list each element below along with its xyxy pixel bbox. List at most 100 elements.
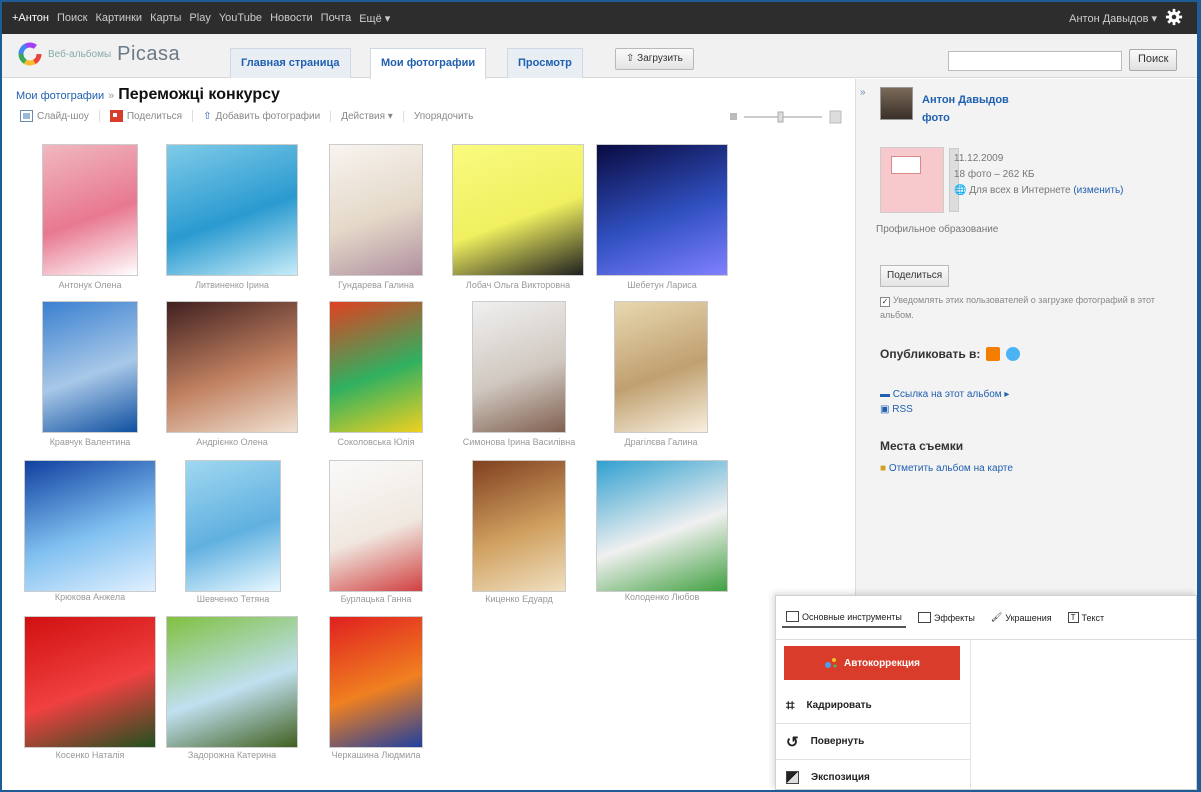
picasa-ring-icon — [18, 42, 42, 66]
map-album-link[interactable]: ■ Отметить альбом на карте — [880, 463, 1013, 474]
photo-caption[interactable]: Драгілєва Галина — [624, 437, 697, 447]
slideshow-button[interactable]: Слайд-шоу — [20, 110, 100, 122]
photo-caption[interactable]: Литвиненко Ірина — [195, 280, 269, 290]
rotate-tool[interactable]: ↺ Повернуть — [776, 724, 970, 760]
breadcrumb-parent[interactable]: Мои фотографии — [16, 90, 104, 102]
google-bar-links: +Антон Поиск Картинки Карты Play YouTube… — [12, 12, 390, 25]
photo-thumbnail[interactable] — [472, 301, 566, 433]
photo-caption[interactable]: Крюкова Анжела — [55, 592, 125, 602]
photo-thumbnail[interactable] — [166, 144, 298, 276]
photo-caption[interactable]: Черкашина Людмила — [331, 750, 420, 760]
tab-explore[interactable]: Просмотр — [507, 48, 583, 78]
search-button[interactable]: Поиск — [1129, 49, 1178, 71]
zoom-slider[interactable] — [730, 110, 842, 124]
album-access: 🌐 Для всех в Интернете (изменить) — [954, 183, 1123, 199]
map-album-label: Отметить альбом на карте — [888, 463, 1013, 474]
rss-link[interactable]: ▣ RSS — [880, 402, 1009, 417]
photo-caption[interactable]: Киценко Едуард — [485, 594, 553, 604]
photo-thumbnail[interactable] — [42, 301, 138, 433]
tab-effects[interactable]: Эффекты — [914, 608, 979, 627]
tab-decorations-label: Украшения — [1005, 612, 1052, 623]
tab-home[interactable]: Главная страница — [230, 48, 351, 78]
actions-menu[interactable]: Действия ▾ — [331, 110, 404, 122]
photo-thumbnail[interactable] — [614, 301, 708, 433]
photo-caption[interactable]: Андрієнко Олена — [196, 437, 267, 447]
photo-thumbnail[interactable] — [166, 301, 298, 433]
sidebar-share-button[interactable]: Поделиться — [880, 265, 950, 287]
photo-caption[interactable]: Симонова Ірина Василівна — [463, 437, 575, 447]
crop-icon: ⌗ — [786, 697, 795, 714]
owner-name[interactable]: Антон Давыдов — [922, 91, 1009, 109]
tab-decorations[interactable]: 🖌 Украшения — [987, 608, 1056, 627]
gbar-link-search[interactable]: Поиск — [57, 12, 87, 25]
album-link[interactable]: ▬ Ссылка на этот альбом ▸ — [880, 387, 1009, 402]
photo-caption[interactable]: Шевченко Тетяна — [197, 594, 270, 604]
gbar-link-mail[interactable]: Почта — [321, 12, 352, 25]
search-input[interactable] — [948, 51, 1122, 71]
account-menu[interactable]: Антон Давыдов ▾ — [1069, 12, 1157, 25]
gbar-link-more[interactable]: Ещё ▾ — [359, 12, 390, 25]
slideshow-icon — [20, 110, 33, 122]
album-stats: 18 фото – 262 КБ — [954, 169, 1035, 180]
change-access-link[interactable]: (изменить) — [1073, 185, 1123, 196]
collapse-sidebar-button[interactable]: » — [860, 87, 866, 98]
photo-caption[interactable]: Задорожна Катерина — [188, 750, 276, 760]
photo-thumbnail[interactable] — [24, 616, 156, 748]
photo-caption[interactable]: Шебетун Лариса — [627, 280, 697, 290]
gbar-link-profile[interactable]: +Антон — [12, 12, 49, 25]
share-button[interactable]: Поделиться — [100, 110, 194, 122]
photo-thumbnail[interactable] — [166, 616, 298, 748]
photo-thumbnail[interactable] — [24, 460, 156, 592]
upload-button[interactable]: ⇧ Загрузить — [615, 48, 694, 70]
tab-my-photos[interactable]: Мои фотографии — [370, 48, 487, 79]
photo-thumbnail[interactable] — [329, 144, 423, 276]
editor-tools-list: ⌗ Кадрировать ↺ Повернуть Экспозиция — [776, 688, 970, 790]
text-icon: T — [1067, 612, 1079, 623]
photo-caption[interactable]: Гундарева Галина — [338, 280, 414, 290]
tab-text-label: Текст — [1081, 612, 1105, 623]
tab-text[interactable]: T Текст — [1064, 608, 1109, 627]
exposure-tool[interactable]: Экспозиция — [776, 760, 970, 790]
upload-label: Загрузить — [637, 53, 683, 64]
photo-thumbnail[interactable] — [329, 616, 423, 748]
gear-icon[interactable] — [1165, 8, 1183, 26]
album-cover[interactable] — [880, 147, 959, 213]
photo-thumbnail[interactable] — [42, 144, 138, 276]
photo-caption[interactable]: Кравчук Валентина — [50, 437, 131, 447]
photo-thumbnail[interactable] — [452, 144, 584, 276]
photo-caption[interactable]: Бурлацька Ганна — [341, 594, 412, 604]
notify-checkbox[interactable]: ✓ — [880, 297, 890, 307]
brush-icon: 🖌 — [990, 612, 1003, 622]
effects-icon — [917, 612, 931, 623]
photo-caption[interactable]: Косенко Наталія — [56, 750, 125, 760]
photo-caption[interactable]: Соколовська Юлія — [337, 437, 414, 447]
photo-caption[interactable]: Антонук Олена — [58, 280, 121, 290]
photo-thumbnail[interactable] — [329, 460, 423, 592]
google-bar: +Антон Поиск Картинки Карты Play YouTube… — [2, 2, 1197, 34]
owner-photos-link[interactable]: фото — [922, 109, 1009, 127]
gbar-link-images[interactable]: Картинки — [95, 12, 142, 25]
gbar-link-play[interactable]: Play — [189, 12, 210, 25]
gbar-link-news[interactable]: Новости — [270, 12, 313, 25]
add-photos-button[interactable]: ⇧ Добавить фотографии — [193, 110, 332, 122]
photo-thumbnail[interactable] — [185, 460, 281, 592]
twitter-icon[interactable] — [1006, 347, 1021, 361]
autofix-button[interactable]: Автокоррекция — [784, 646, 960, 680]
gbar-link-youtube[interactable]: YouTube — [219, 12, 262, 25]
sort-button[interactable]: Упорядочить — [404, 111, 484, 122]
photo-caption[interactable]: Лобач Ольга Викторовна — [466, 280, 570, 290]
photo-thumbnail[interactable] — [596, 144, 728, 276]
tab-basic-tools[interactable]: Основные инструменты — [782, 607, 906, 628]
owner-block: Антон Давыдов фото — [922, 91, 1009, 127]
picasa-logo[interactable]: Веб-альбомы Picasa — [18, 42, 180, 66]
avatar[interactable] — [880, 87, 913, 120]
photo-caption[interactable]: Колоденко Любов — [625, 592, 700, 602]
crop-tool[interactable]: ⌗ Кадрировать — [776, 688, 970, 724]
photo-thumbnail[interactable] — [596, 460, 728, 592]
zoom-large-icon — [829, 110, 842, 124]
photo-thumbnail[interactable] — [472, 460, 566, 592]
photo-editor-panel: Основные инструменты Эффекты 🖌 Украшения … — [775, 595, 1197, 790]
gbar-link-maps[interactable]: Карты — [150, 12, 181, 25]
blogger-icon[interactable] — [986, 347, 1001, 361]
photo-thumbnail[interactable] — [329, 301, 423, 433]
